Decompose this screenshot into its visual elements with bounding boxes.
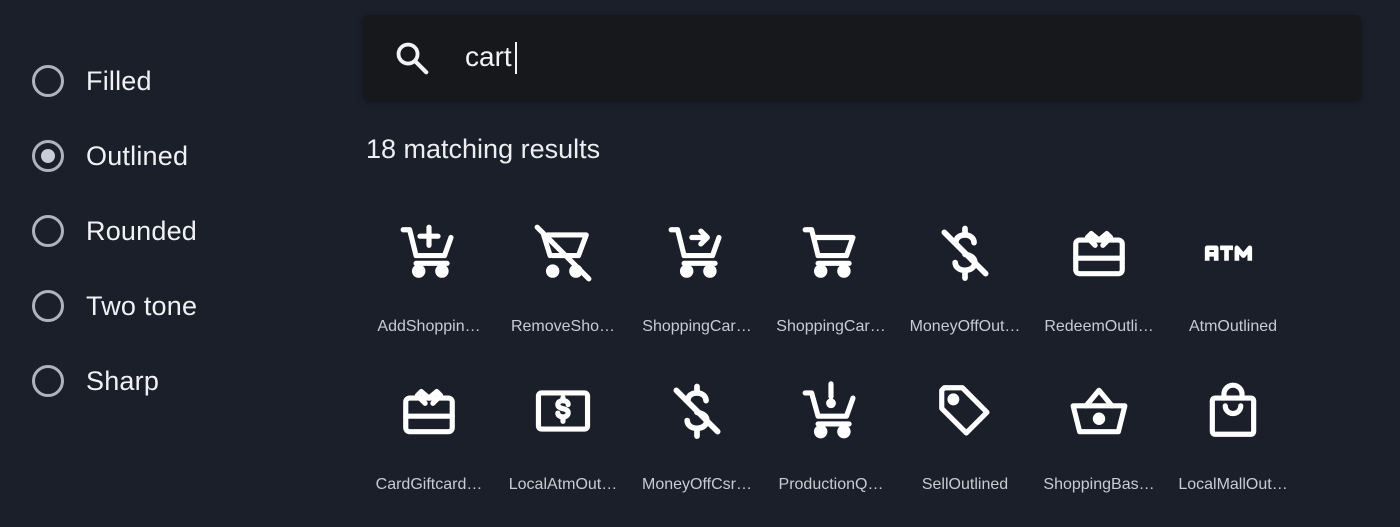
icon-tile[interactable]: ProductionQ…: [768, 350, 894, 500]
text-caret: [515, 42, 517, 74]
radio-filled[interactable]: Filled: [32, 61, 312, 101]
icon-name: ShoppingCar…: [642, 318, 752, 335]
icon-tile[interactable]: ShoppingCar…: [768, 192, 894, 342]
radio-button[interactable]: [32, 65, 64, 97]
radio-label: Sharp: [86, 365, 160, 396]
style-options: Filled Outlined Rounded Two tone Sharp: [0, 0, 330, 527]
local-mall-icon: [1209, 382, 1257, 437]
icon-tile[interactable]: RemoveSho…: [500, 192, 626, 342]
shopping-cart-checkout-icon: [668, 227, 722, 278]
local-atm-icon: [535, 390, 591, 432]
icon-name: ProductionQ…: [778, 476, 884, 493]
radio-label: Rounded: [86, 215, 197, 246]
radio-rounded[interactable]: Rounded: [32, 211, 312, 251]
radio-button[interactable]: [32, 215, 64, 247]
radio-dot: [41, 149, 55, 163]
radio-label: Filled: [86, 65, 152, 96]
card-giftcard-icon: [403, 389, 455, 435]
icon-tile[interactable]: MoneyOffCsr…: [634, 350, 760, 500]
production-quantity-limits-icon: [802, 381, 856, 439]
icon-name: ShoppingBas…: [1043, 476, 1155, 493]
redeem-icon: [1073, 231, 1125, 277]
radio-outlined[interactable]: Outlined: [32, 136, 312, 176]
radio-two-tone[interactable]: Two tone: [32, 286, 312, 326]
icon-name: LocalAtmOut…: [508, 476, 618, 493]
icon-tile[interactable]: LocalMallOut…: [1170, 350, 1296, 500]
icon-name: RedeemOutli…: [1044, 318, 1154, 335]
icon-tile[interactable]: LocalAtmOut…: [500, 350, 626, 500]
search-icon: [396, 42, 429, 75]
add-shopping-cart-icon: [400, 224, 454, 278]
sell-icon: [939, 385, 990, 436]
search-bar: [363, 15, 1361, 100]
money-off-csred-icon: [673, 383, 721, 439]
icon-name: AddShoppin…: [377, 318, 481, 335]
icon-tile[interactable]: CardGiftcard…: [366, 350, 492, 500]
icon-tile[interactable]: ShoppingCar…: [634, 192, 760, 342]
icon-tile[interactable]: SellOutlined: [902, 350, 1028, 500]
icon-name: AtmOutlined: [1188, 318, 1278, 335]
icon-tile[interactable]: ShoppingBas…: [1036, 350, 1162, 500]
results-count: 18 matching results: [366, 134, 601, 164]
search-input[interactable]: [465, 37, 1325, 77]
shopping-cart-icon: [802, 227, 856, 278]
icon-name: SellOutlined: [921, 476, 1009, 493]
remove-shopping-cart-icon: [534, 224, 592, 282]
radio-label: Outlined: [86, 140, 189, 171]
radio-button[interactable]: [32, 365, 64, 397]
icon-grid: AddShoppin… RemoveSho… ShoppingCar… Shop…: [366, 192, 1306, 522]
icon-name: ShoppingCar…: [776, 318, 886, 335]
icon-name: CardGiftcard…: [375, 476, 483, 493]
atm-icon: [1204, 245, 1253, 261]
radio-sharp[interactable]: Sharp: [32, 361, 312, 401]
icon-name: MoneyOffOut…: [909, 318, 1021, 335]
icon-name: MoneyOffCsr…: [642, 476, 752, 493]
icon-tile[interactable]: AtmOutlined: [1170, 192, 1296, 342]
radio-button[interactable]: [32, 140, 64, 172]
shopping-basket-icon: [1070, 387, 1128, 435]
icon-name: RemoveSho…: [510, 318, 616, 335]
radio-label: Two tone: [86, 290, 198, 321]
icon-name: LocalMallOut…: [1178, 476, 1288, 493]
radio-button[interactable]: [32, 290, 64, 322]
icon-tile[interactable]: MoneyOffOut…: [902, 192, 1028, 342]
icon-tile[interactable]: AddShoppin…: [366, 192, 492, 342]
icon-tile[interactable]: RedeemOutli…: [1036, 192, 1162, 342]
money-off-icon: [941, 225, 989, 281]
